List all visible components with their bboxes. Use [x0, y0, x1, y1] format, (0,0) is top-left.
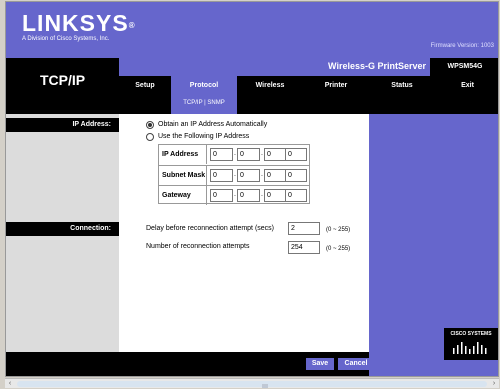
obtain-ip-automatically-label: Obtain an IP Address Automatically [158, 121, 268, 128]
footer-bar: Save Cancel [6, 352, 498, 376]
product-name: Wireless-G PrintServer [328, 61, 426, 71]
model-number: WPSM54G [430, 58, 498, 76]
ip-octet-2[interactable]: 0 [237, 148, 260, 161]
ip-settings-table: IP Address 0 . 0 . 0 . 0 Subnet Mask 0 .… [158, 144, 310, 205]
ip-address-heading: IP Address: [6, 118, 119, 132]
tab-wireless[interactable]: Wireless [237, 76, 303, 96]
left-column: IP Address: Connection: [6, 114, 119, 352]
page-title-block: TCP/IP [6, 58, 119, 114]
tab-printer[interactable]: Printer [303, 76, 369, 96]
subnet-octet-3[interactable]: 0 [264, 169, 287, 182]
browser-viewport: LINKSYS® A Division of Cisco Systems, In… [0, 0, 500, 388]
horizontal-scrollbar[interactable]: ‹ › [5, 378, 499, 388]
reconnect-attempts-range: (0 ~ 255) [326, 246, 351, 252]
submenu-separator: | [204, 100, 206, 106]
ip-address-label: IP Address [159, 145, 207, 164]
firmware-version: Firmware Version: 1003 [430, 43, 494, 49]
tab-setup[interactable]: Setup [119, 76, 171, 96]
ip-octet-3[interactable]: 0 [264, 148, 287, 161]
use-following-ip-label: Use the Following IP Address [158, 133, 250, 140]
reconnect-attempts-label: Number of reconnection attempts [146, 243, 250, 250]
ip-octet-1[interactable]: 0 [210, 148, 233, 161]
main-tabs: Setup Protocol Wireless Printer Status E… [119, 76, 498, 96]
logo-subtitle: A Division of Cisco Systems, Inc. [22, 36, 110, 42]
gateway-octet-3[interactable]: 0 [264, 189, 287, 202]
ip-octet-4[interactable]: 0 [285, 148, 307, 161]
connection-heading: Connection: [6, 222, 119, 236]
gateway-octet-1[interactable]: 0 [210, 189, 233, 202]
subnet-octet-2[interactable]: 0 [237, 169, 260, 182]
header-band: LINKSYS® A Division of Cisco Systems, In… [6, 2, 498, 58]
subnet-octet-4[interactable]: 0 [285, 169, 307, 182]
gateway-row: Gateway 0 . 0 . 0 0 [159, 185, 309, 205]
right-panel [369, 114, 498, 352]
reconnect-attempts-input[interactable]: 254 [288, 241, 320, 254]
obtain-ip-automatically-radio[interactable] [146, 121, 154, 129]
gateway-octet-2[interactable]: 0 [237, 189, 260, 202]
tab-status[interactable]: Status [369, 76, 435, 96]
subnet-mask-label: Subnet Mask [159, 166, 207, 185]
cisco-systems-logo: CISCO SYSTEMS [444, 328, 498, 360]
submenu: TCP/IP | SNMP [171, 100, 237, 106]
cisco-bars-icon [453, 342, 487, 354]
cancel-button[interactable]: Cancel [338, 358, 374, 370]
subnet-mask-row: Subnet Mask 0 . 0 . 0 0 [159, 165, 309, 185]
linksys-logo: LINKSYS® [22, 10, 136, 36]
subnet-octet-1[interactable]: 0 [210, 169, 233, 182]
submenu-row: TCP/IP | SNMP [119, 96, 498, 114]
submenu-snmp[interactable]: SNMP [207, 100, 224, 106]
submenu-tcpip[interactable]: TCP/IP [183, 100, 202, 106]
reconnect-delay-input[interactable]: 2 [288, 222, 320, 235]
gateway-label: Gateway [159, 186, 207, 205]
scroll-thumb[interactable] [17, 381, 487, 388]
tab-exit[interactable]: Exit [435, 76, 498, 96]
page-title: TCP/IP [39, 72, 86, 88]
router-admin-page: LINKSYS® A Division of Cisco Systems, In… [5, 1, 499, 377]
reconnect-delay-range: (0 ~ 255) [326, 227, 351, 233]
product-row: Wireless-G PrintServer WPSM54G [119, 58, 498, 76]
tab-protocol[interactable]: Protocol [171, 76, 237, 96]
ip-address-row: IP Address 0 . 0 . 0 . 0 [159, 145, 309, 165]
reconnect-delay-label: Delay before reconnection attempt (secs) [146, 225, 275, 232]
gateway-octet-4[interactable]: 0 [285, 189, 307, 202]
use-following-ip-radio[interactable] [146, 133, 154, 141]
save-button[interactable]: Save [306, 358, 334, 370]
